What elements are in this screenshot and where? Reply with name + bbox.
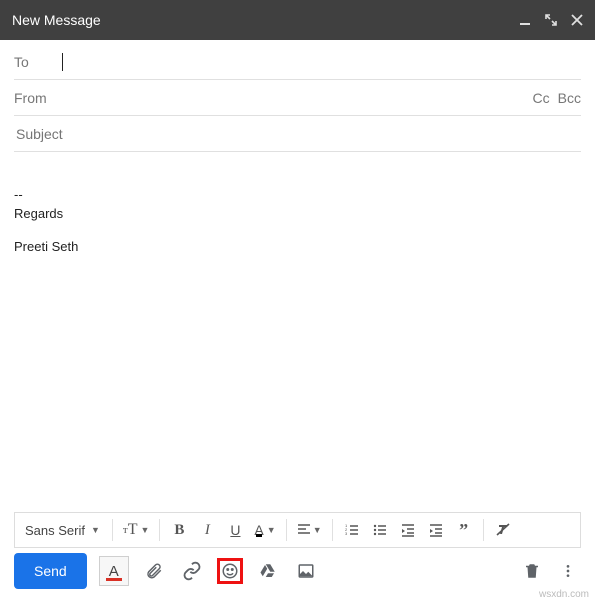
compose-action-bar: Send A: [14, 552, 581, 590]
quote-button[interactable]: ”: [451, 516, 477, 544]
bold-button[interactable]: B: [166, 516, 192, 544]
svg-text:3: 3: [345, 531, 348, 536]
minimize-icon[interactable]: [519, 14, 531, 26]
subject-input[interactable]: [14, 125, 581, 143]
bcc-button[interactable]: Bcc: [558, 90, 581, 106]
indent-less-button[interactable]: [395, 516, 421, 544]
message-body[interactable]: -- Regards Preeti Seth: [0, 152, 595, 482]
numbered-list-button[interactable]: 123: [339, 516, 365, 544]
signature-divider: --: [14, 186, 581, 205]
remove-formatting-button[interactable]: [490, 516, 516, 544]
align-button[interactable]: ▼: [293, 516, 326, 544]
send-button[interactable]: Send: [14, 553, 87, 589]
window-controls: [519, 14, 583, 26]
to-label: To: [14, 54, 60, 70]
compose-titlebar: New Message: [0, 0, 595, 40]
insert-emoji-button[interactable]: [217, 558, 243, 584]
italic-button[interactable]: I: [194, 516, 220, 544]
font-family-label: Sans Serif: [25, 523, 85, 538]
attach-file-button[interactable]: [141, 558, 167, 584]
font-size-button[interactable]: ᴛT▼: [119, 516, 154, 544]
window-title: New Message: [12, 12, 101, 28]
insert-link-button[interactable]: [179, 558, 205, 584]
bulleted-list-button[interactable]: [367, 516, 393, 544]
font-family-select[interactable]: Sans Serif ▼: [19, 516, 106, 544]
discard-draft-button[interactable]: [519, 558, 545, 584]
indent-more-button[interactable]: [423, 516, 449, 544]
chevron-down-icon: ▼: [313, 525, 322, 535]
compose-fields: To From Cc Bcc: [0, 40, 595, 152]
from-label: From: [14, 90, 60, 106]
from-input[interactable]: [60, 89, 533, 107]
cc-button[interactable]: Cc: [533, 90, 550, 106]
close-icon[interactable]: [571, 14, 583, 26]
insert-photo-button[interactable]: [293, 558, 319, 584]
chevron-down-icon: ▼: [267, 525, 276, 535]
insert-drive-button[interactable]: [255, 558, 281, 584]
watermark: wsxdn.com: [539, 589, 589, 600]
text-format-a-icon: A: [109, 563, 119, 580]
fullscreen-icon[interactable]: [545, 14, 557, 26]
subject-field-row[interactable]: [14, 116, 581, 152]
formatting-toolbar: Sans Serif ▼ ᴛT▼ B I U A▼ ▼ 123 ”: [14, 512, 581, 548]
chevron-down-icon: ▼: [91, 525, 100, 535]
to-field-row[interactable]: To: [14, 44, 581, 80]
chevron-down-icon: ▼: [141, 525, 150, 535]
underline-button[interactable]: U: [222, 516, 248, 544]
text-formatting-toggle[interactable]: A: [99, 556, 129, 586]
signature-line-1: Regards: [14, 205, 581, 224]
from-field-row[interactable]: From Cc Bcc: [14, 80, 581, 116]
text-color-button[interactable]: A▼: [250, 516, 279, 544]
signature-line-2: Preeti Seth: [14, 238, 581, 257]
to-input[interactable]: [63, 53, 581, 71]
more-options-button[interactable]: [555, 558, 581, 584]
